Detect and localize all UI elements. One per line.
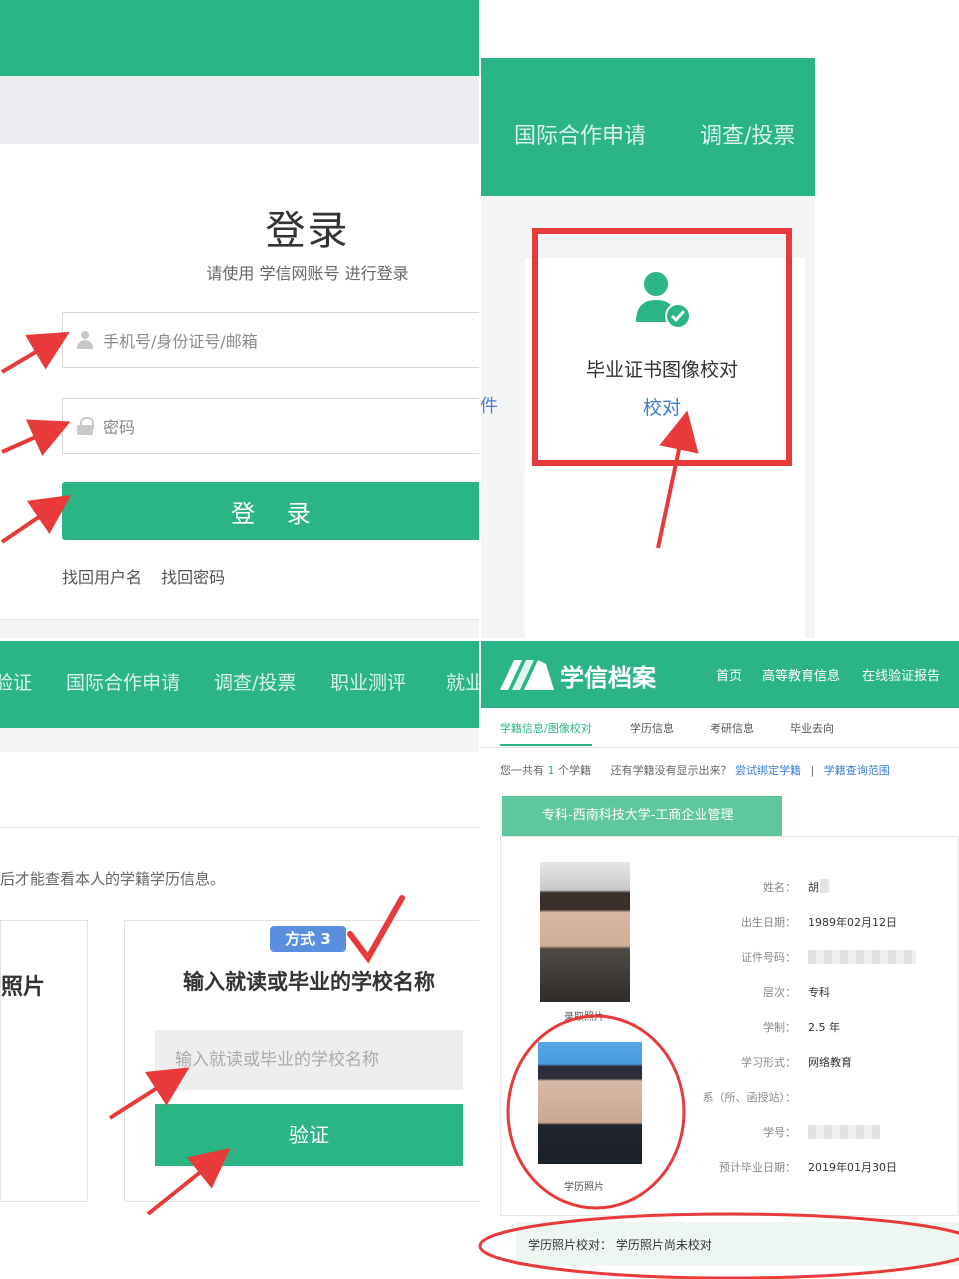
tab-graduate-destination[interactable]: 毕业去向 [790, 720, 834, 736]
field-label-department: 系（所、函授站）： [702, 1091, 797, 1104]
name-redaction [820, 879, 830, 893]
nav-verify[interactable]: 验证 [0, 668, 32, 695]
login-subtitle: 请使用 学信网账号 进行登录 [206, 264, 409, 283]
photo-verify-value: 学历照片尚未校对 [615, 1238, 712, 1252]
school-nav-bar: 验证 国际合作申请 调查/投票 职业测评 就业 [0, 640, 480, 728]
record-title-tab[interactable]: 专科-西南科技大学-工商企业管理 [502, 796, 782, 836]
topnav-higher-education[interactable]: 高等教育信息 [762, 665, 840, 684]
degree-photo-caption: 学历照片 [564, 1182, 604, 1193]
field-value-duration: 2.5 年 [808, 1021, 840, 1034]
password-input[interactable]: 密码 [62, 398, 480, 454]
service-fragment-text: 件 [480, 396, 498, 417]
school-name-input[interactable]: 输入就读或毕业的学校名称 [155, 1030, 463, 1090]
login-panel: 登录 请使用 学信网账号 进行登录 手机号/身份证号/邮箱 密码 登 录 找回用… [0, 0, 480, 640]
nav-survey-vote[interactable]: 调查/投票 [700, 118, 795, 150]
id-redaction [808, 950, 916, 964]
nav-international-cooperation[interactable]: 国际合作申请 [66, 668, 180, 695]
tab-exam-info[interactable]: 考研信息 [710, 720, 754, 736]
field-value-graduation: 2019年01月30日 [808, 1161, 897, 1174]
method-badge: 方式 3 [270, 926, 346, 952]
school-card-title: 输入就读或毕业的学校名称 [183, 970, 435, 994]
photo-verify-label: 学历照片校对： [528, 1238, 613, 1252]
account-input[interactable]: 手机号/身份证号/邮箱 [62, 312, 480, 368]
photo-verify-status: 学历照片校对： 学历照片尚未校对 [528, 1236, 712, 1253]
recovery-links: 找回用户名 找回密码 [62, 564, 239, 588]
student-id-redaction [808, 1125, 880, 1139]
verify-hint: 后才能查看本人的学籍学历信息。 [0, 870, 226, 888]
tab-enrollment-image[interactable]: 学籍信息/图像校对 [500, 720, 592, 746]
nav-international-cooperation[interactable]: 国际合作申请 [514, 118, 646, 150]
tab-degree-info[interactable]: 学历信息 [630, 720, 674, 736]
degree-photo [538, 1042, 642, 1164]
school-verify-panel: 验证 国际合作申请 调查/投票 职业测评 就业 后才能查看本人的学籍学历信息。 … [0, 640, 480, 1279]
field-value-level: 专科 [808, 986, 830, 999]
login-button[interactable]: 登 录 [62, 482, 480, 540]
verify-button[interactable]: 验证 [155, 1104, 463, 1166]
field-label-student-id: 学号： [763, 1126, 796, 1139]
login-subheader-bar [0, 76, 480, 144]
highlight-box [532, 228, 792, 466]
nav-survey-vote[interactable]: 调查/投票 [214, 668, 296, 695]
nav-employment[interactable]: 就业 [446, 668, 480, 695]
archive-tabs: 学籍信息/图像校对 学历信息 考研信息 毕业去向 [480, 708, 959, 748]
field-value-study-form: 网络教育 [808, 1056, 852, 1069]
method-card-photo[interactable]: 照片 [0, 920, 88, 1202]
account-placeholder: 手机号/身份证号/邮箱 [103, 332, 258, 351]
nav-career-test[interactable]: 职业测评 [330, 668, 406, 695]
recover-password-link[interactable]: 找回密码 [161, 568, 225, 587]
field-label-study-form: 学习形式： [741, 1056, 796, 1069]
login-title: 登录 [265, 208, 350, 254]
count-suffix: 个学籍 [558, 764, 591, 777]
collage-divider-horizontal [0, 638, 959, 641]
query-scope-link[interactable]: 学籍查询范围 [824, 764, 890, 777]
missing-record-text: 还有学籍没有显示出来？ [610, 764, 732, 777]
field-label-name: 姓名： [763, 881, 796, 894]
school-strip [0, 752, 480, 828]
method-card-photo-title: 照片 [1, 975, 46, 1000]
services-panel: 国际合作申请 调查/投票 件 毕业证书图像校对 校对 [480, 0, 959, 640]
topnav-online-report[interactable]: 在线验证报告 [862, 665, 940, 684]
bind-record-link[interactable]: 尝试绑定学籍 [735, 764, 801, 777]
field-value-name: 胡 [808, 881, 819, 894]
archive-brand: 学信档案 [560, 664, 656, 692]
admission-photo-caption: 录取照片 [564, 1012, 604, 1023]
recover-username-link[interactable]: 找回用户名 [62, 568, 142, 587]
lock-icon [77, 417, 94, 435]
photo-verify-status-row: 学历照片校对： 学历照片尚未校对 [516, 1222, 959, 1266]
field-label-birth: 出生日期： [741, 916, 796, 929]
record-count: 1 [547, 764, 555, 777]
field-label-duration: 学制： [763, 1021, 796, 1034]
field-label-id: 证件号码： [741, 951, 796, 964]
admission-photo [540, 862, 630, 1002]
field-label-level: 层次： [763, 986, 796, 999]
chsi-logo-icon [500, 660, 554, 690]
count-prefix: 您一共有 [500, 764, 544, 777]
password-placeholder: 密码 [103, 418, 136, 437]
archive-panel: 学信档案 首页 高等教育信息 在线验证报告 学籍信息/图像校对 学历信息 考研信… [480, 640, 959, 1279]
field-label-graduation: 预计毕业日期： [719, 1161, 796, 1174]
record-count-line: 您一共有 1 个学籍 还有学籍没有显示出来？ 尝试绑定学籍 | 学籍查询范围 [500, 762, 890, 778]
user-icon [77, 331, 93, 349]
link-separator: | [810, 764, 815, 777]
topnav-home[interactable]: 首页 [716, 665, 742, 684]
field-value-birth: 1989年02月12日 [808, 916, 897, 929]
login-header-bar [0, 0, 480, 76]
